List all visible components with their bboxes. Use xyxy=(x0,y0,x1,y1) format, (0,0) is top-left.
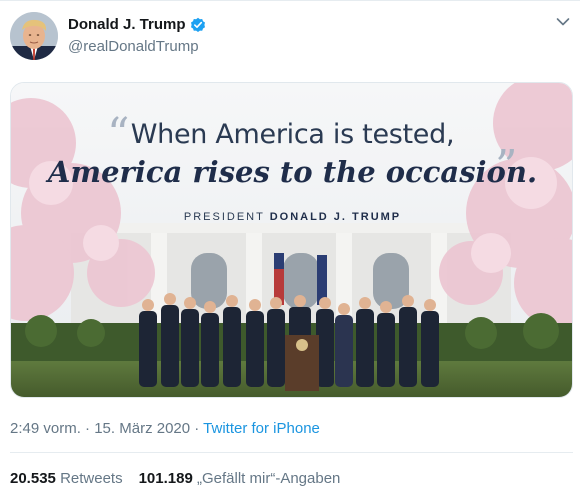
meta-separator-2: · xyxy=(190,420,204,437)
likes-count: 101.189 xyxy=(138,470,193,487)
meta-separator: · xyxy=(80,420,95,437)
tweet-date[interactable]: 15. März 2020 xyxy=(94,420,190,437)
tweet-source-link[interactable]: Twitter for iPhone xyxy=(203,420,320,437)
tweet-time[interactable]: 2:49 vorm. xyxy=(10,420,81,437)
media-attribution: PRESIDENT DONALD J. TRUMP xyxy=(11,211,572,223)
retweets-label: Retweets xyxy=(60,470,123,487)
media-quote-line-2: America rises to the occasion. xyxy=(47,155,538,189)
avatar[interactable] xyxy=(10,12,58,60)
tweet-stats-row: 20.535 Retweets 101.189 „Gefällt mir“-Ang… xyxy=(10,470,340,487)
retweets-count: 20.535 xyxy=(10,470,56,487)
chevron-down-icon[interactable] xyxy=(556,17,570,27)
divider xyxy=(0,0,580,1)
display-name[interactable]: Donald J. Trump xyxy=(68,16,186,33)
attribution-prefix: PRESIDENT xyxy=(183,211,265,223)
tweet-media-image[interactable]: “ ” When America is tested, America rise… xyxy=(10,82,573,398)
attribution-name: DONALD J. TRUMP xyxy=(269,211,402,223)
divider xyxy=(10,452,573,453)
likes-label: „Gefällt mir“-Angaben xyxy=(197,470,341,487)
retweets-stat[interactable]: 20.535 Retweets xyxy=(10,470,123,487)
handle[interactable]: @realDonaldTrump xyxy=(68,38,199,55)
likes-stat[interactable]: 101.189 „Gefällt mir“-Angaben xyxy=(139,470,341,487)
verified-badge-icon xyxy=(190,17,206,33)
media-quote-line-1: When America is tested, xyxy=(130,119,455,150)
tweet-timestamp-row: 2:49 vorm. · 15. März 2020 · Twitter for… xyxy=(10,420,320,437)
author-name-row[interactable]: Donald J. Trump xyxy=(68,16,206,33)
tweet-card: Donald J. Trump @realDonaldTrump “ ” Whe… xyxy=(0,0,580,492)
